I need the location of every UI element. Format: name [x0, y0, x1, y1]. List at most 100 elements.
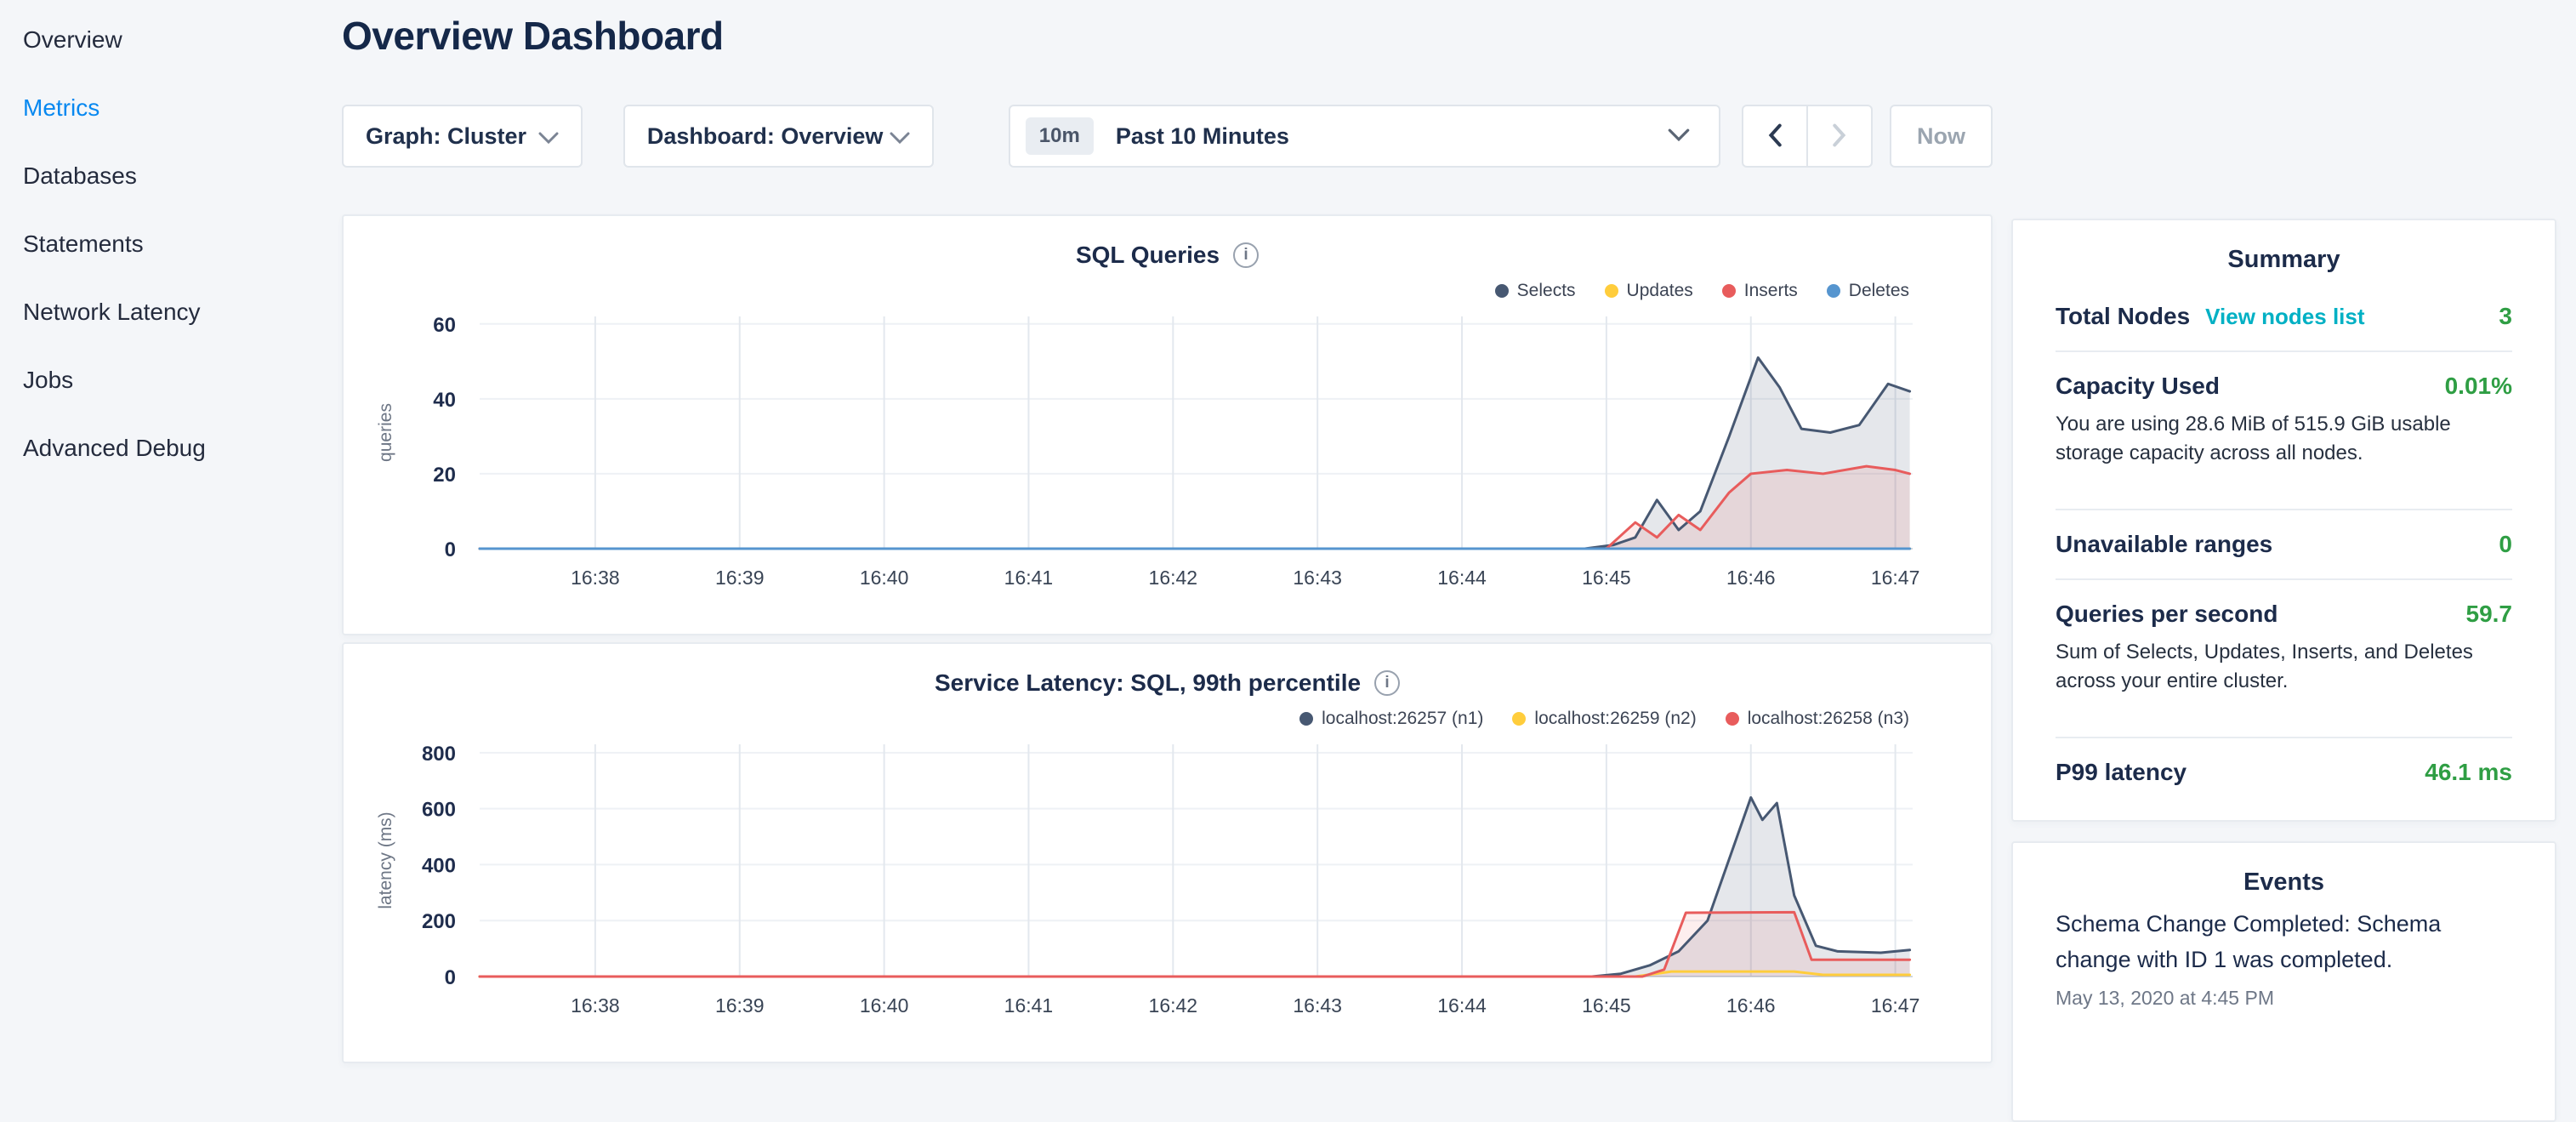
time-forward-button[interactable] [1806, 105, 1873, 168]
dashboard-dropdown[interactable]: Dashboard: Overview [623, 105, 934, 168]
chart-title-row: SQL Queries i [369, 238, 1965, 272]
legend-item[interactable]: Updates [1605, 281, 1693, 301]
legend-item[interactable]: Inserts [1722, 281, 1798, 301]
page-title: Overview Dashboard [342, 13, 1993, 59]
sidebar-item-jobs[interactable]: Jobs [23, 366, 342, 395]
svg-text:16:41: 16:41 [1004, 567, 1054, 589]
legend-dot-icon [1299, 712, 1313, 726]
sidebar-item-metrics[interactable]: Metrics [23, 94, 342, 122]
time-window-dropdown[interactable]: 10m Past 10 Minutes [1009, 105, 1720, 168]
svg-text:16:41: 16:41 [1004, 994, 1054, 1017]
svg-text:16:40: 16:40 [860, 994, 909, 1017]
legend-item[interactable]: Deletes [1827, 281, 1909, 301]
svg-text:800: 800 [422, 743, 456, 766]
svg-text:16:39: 16:39 [715, 567, 765, 589]
summary-row-p99-latency: P99 latency 46.1 ms [2056, 738, 2512, 795]
event-item: Schema Change Completed: Schema change w… [2056, 907, 2512, 1010]
svg-text:20: 20 [433, 464, 456, 487]
now-button[interactable]: Now [1890, 105, 1993, 168]
graph-dropdown[interactable]: Graph: Cluster [342, 105, 583, 168]
events-title: Events [2056, 869, 2512, 897]
summary-label: Total Nodes [2056, 303, 2190, 330]
svg-text:16:42: 16:42 [1149, 567, 1198, 589]
dashboard-dropdown-label: Dashboard: Overview [647, 123, 884, 150]
sidebar-item-statements[interactable]: Statements [23, 230, 342, 259]
legend-label: Inserts [1744, 281, 1798, 301]
service-latency-chart-card: Service Latency: SQL, 99th percentile i … [342, 642, 1993, 1063]
svg-text:0: 0 [445, 966, 456, 989]
chevron-down-icon [890, 123, 910, 150]
svg-text:16:44: 16:44 [1437, 567, 1487, 589]
legend-dot-icon [1722, 284, 1736, 298]
svg-text:16:38: 16:38 [571, 567, 620, 589]
summary-label: Unavailable ranges [2056, 531, 2272, 558]
summary-value: 46.1 ms [2425, 759, 2512, 786]
summary-value: 0 [2499, 531, 2512, 558]
legend-item[interactable]: localhost:26258 (n3) [1726, 709, 1909, 729]
svg-text:latency (ms): latency (ms) [376, 812, 395, 908]
legend-item[interactable]: Selects [1495, 281, 1576, 301]
events-panel: Events Schema Change Completed: Schema c… [2011, 841, 2556, 1122]
legend-dot-icon [1726, 712, 1739, 726]
service-latency-chart[interactable]: 16:3816:3916:4016:4116:4216:4316:4416:45… [369, 734, 1969, 1028]
chart-legend: Selects Updates Inserts Deletes [369, 279, 1909, 303]
legend-item[interactable]: localhost:26259 (n2) [1512, 709, 1696, 729]
svg-text:16:47: 16:47 [1871, 994, 1920, 1017]
svg-text:16:45: 16:45 [1582, 994, 1631, 1017]
chevron-left-icon [1768, 123, 1782, 150]
svg-text:queries: queries [376, 403, 395, 462]
app-root: Overview Metrics Databases Statements Ne… [0, 0, 2576, 1051]
chart-title: Service Latency: SQL, 99th percentile [935, 669, 1361, 697]
chevron-down-icon [1668, 128, 1690, 144]
svg-text:16:45: 16:45 [1582, 567, 1631, 589]
summary-title: Summary [2056, 246, 2512, 274]
svg-text:16:47: 16:47 [1871, 567, 1920, 589]
chevron-right-icon [1833, 123, 1846, 150]
svg-text:16:44: 16:44 [1437, 994, 1487, 1017]
summary-label: Queries per second [2056, 601, 2277, 628]
svg-text:40: 40 [433, 389, 456, 412]
summary-value: 59.7 [2466, 601, 2513, 628]
time-back-button[interactable] [1742, 105, 1808, 168]
chevron-down-icon [538, 123, 559, 150]
chart-legend: localhost:26257 (n1) localhost:26259 (n2)… [369, 707, 1909, 731]
svg-text:16:43: 16:43 [1293, 567, 1342, 589]
summary-row-unavailable-ranges: Unavailable ranges 0 [2056, 510, 2512, 580]
summary-value: 3 [2499, 303, 2512, 330]
legend-label: localhost:26259 (n2) [1534, 709, 1696, 729]
svg-text:16:42: 16:42 [1149, 994, 1198, 1017]
summary-description: You are using 28.6 MiB of 515.9 GiB usab… [2056, 410, 2512, 468]
svg-text:16:38: 16:38 [571, 994, 620, 1017]
legend-label: Deletes [1849, 281, 1909, 301]
svg-text:600: 600 [422, 799, 456, 822]
svg-text:0: 0 [445, 538, 456, 561]
time-window-label: Past 10 Minutes [1116, 123, 1668, 150]
sidebar-item-network-latency[interactable]: Network Latency [23, 298, 342, 327]
info-icon[interactable]: i [1374, 670, 1400, 696]
legend-dot-icon [1495, 284, 1509, 298]
legend-label: localhost:26258 (n3) [1748, 709, 1909, 729]
legend-dot-icon [1827, 284, 1840, 298]
summary-row-queries-per-second: Queries per second 59.7 Sum of Selects, … [2056, 580, 2512, 738]
legend-label: Updates [1627, 281, 1693, 301]
graph-dropdown-label: Graph: Cluster [366, 123, 526, 150]
sidebar-item-advanced-debug[interactable]: Advanced Debug [23, 434, 342, 463]
chart-title: SQL Queries [1076, 242, 1220, 269]
summary-label: Capacity Used [2056, 373, 2220, 400]
summary-description: Sum of Selects, Updates, Inserts, and De… [2056, 638, 2512, 696]
event-timestamp: May 13, 2020 at 4:45 PM [2056, 987, 2512, 1010]
legend-label: localhost:26257 (n1) [1322, 709, 1483, 729]
svg-text:60: 60 [433, 314, 456, 337]
sql-queries-chart[interactable]: 16:3816:3916:4016:4116:4216:4316:4416:45… [369, 306, 1969, 600]
summary-panel: Summary Total Nodes View nodes list 3 Ca… [2011, 219, 2556, 822]
legend-item[interactable]: localhost:26257 (n1) [1299, 709, 1483, 729]
svg-text:400: 400 [422, 854, 456, 877]
controls-row: Graph: Cluster Dashboard: Overview 10m P… [342, 105, 1993, 168]
sidebar-item-overview[interactable]: Overview [23, 26, 342, 54]
sidebar: Overview Metrics Databases Statements Ne… [0, 0, 342, 1051]
sql-queries-chart-card: SQL Queries i Selects Updates Inserts Delet… [342, 214, 1993, 635]
time-window-badge: 10m [1026, 117, 1094, 155]
info-icon[interactable]: i [1233, 242, 1259, 268]
view-nodes-list-link[interactable]: View nodes list [2205, 304, 2364, 330]
sidebar-item-databases[interactable]: Databases [23, 162, 342, 191]
